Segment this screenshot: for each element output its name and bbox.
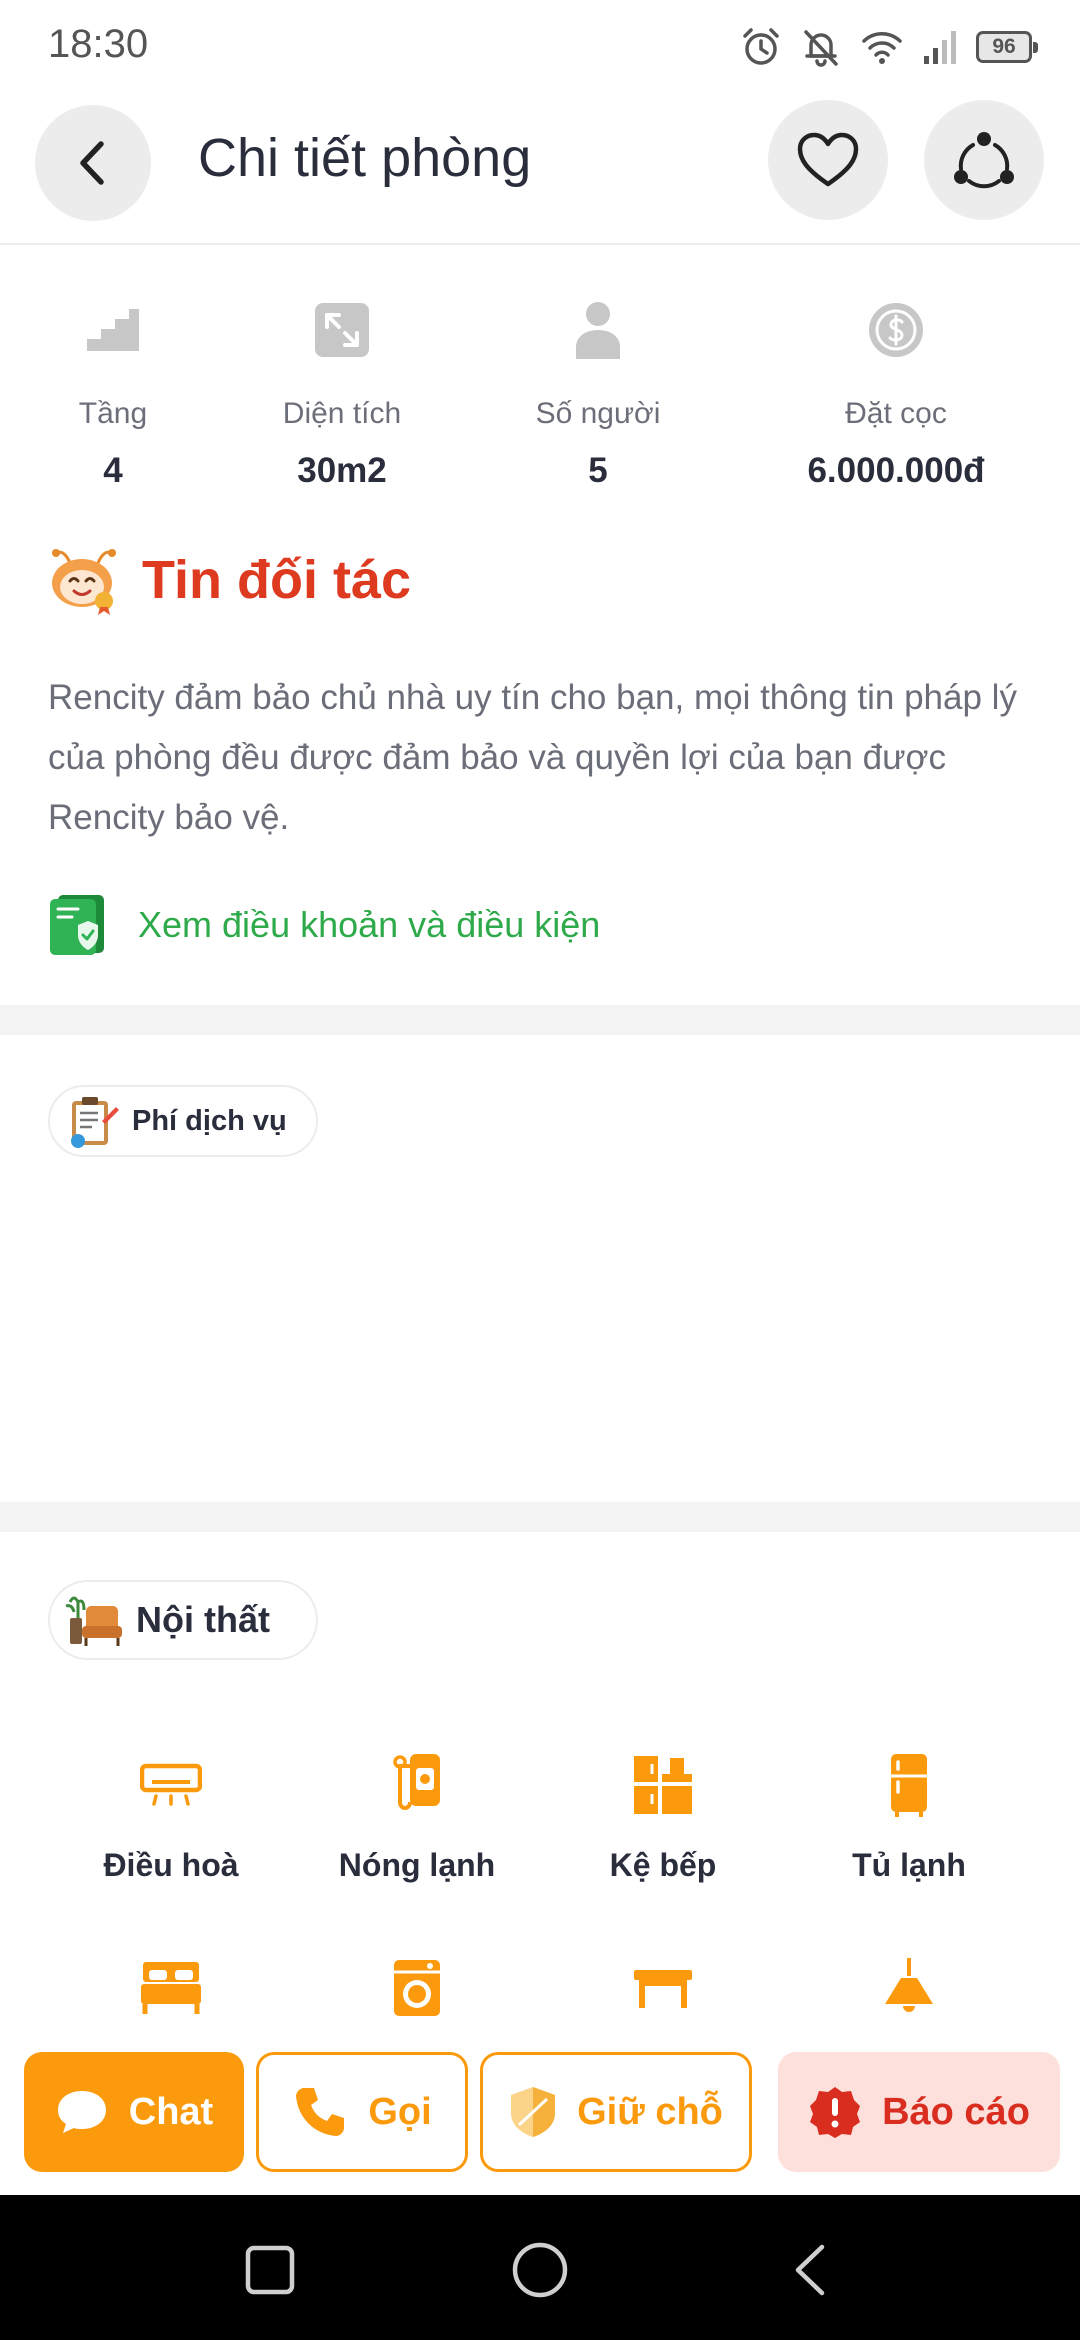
section-divider xyxy=(0,1502,1080,1532)
stat-label: Tầng xyxy=(78,397,148,430)
share-button[interactable] xyxy=(924,100,1044,220)
person-icon xyxy=(576,302,620,359)
furniture-label: Nội thất xyxy=(136,1599,270,1640)
table-icon xyxy=(634,1970,692,2008)
stat-label: Đặt cọc xyxy=(845,397,947,430)
status-bar: 18:30 96 xyxy=(0,0,1080,90)
stat-value: 4 xyxy=(103,451,123,490)
shield-document-icon xyxy=(50,895,104,955)
terms-link-text[interactable]: Xem điều khoản và điều kiện xyxy=(138,904,600,946)
partner-title: Tin đối tác xyxy=(142,550,412,610)
share-icon xyxy=(954,132,1014,189)
expand-icon xyxy=(315,303,369,357)
furniture-item: Tủ lạnh xyxy=(789,1745,1029,1884)
stat-deposit: Đặt cọc 6.000.000đ xyxy=(776,285,1016,491)
page-title: Chi tiết phòng xyxy=(198,128,532,188)
partner-description: Rencity đảm bảo chủ nhà uy tín cho bạn, … xyxy=(48,678,1017,837)
call-button[interactable]: Gọi xyxy=(256,2052,468,2172)
lamp-icon xyxy=(885,1958,933,2012)
air-conditioner-icon xyxy=(140,1763,202,1806)
battery-icon: 96 xyxy=(976,31,1038,63)
washing-machine-icon xyxy=(394,1960,440,2016)
back-nav-button[interactable] xyxy=(775,2235,845,2305)
partner-mascot-icon xyxy=(52,549,116,615)
chat-bubble-icon xyxy=(57,2091,106,2133)
stat-value: 30m2 xyxy=(297,451,387,490)
stairs-icon xyxy=(87,309,139,351)
kitchen-shelf-icon xyxy=(634,1756,692,1814)
signal-icon xyxy=(924,31,956,64)
hold-button-label: Giữ chỗ xyxy=(577,2090,723,2133)
section-divider xyxy=(0,1005,1080,1035)
furniture-item: Nóng lạnh xyxy=(297,1745,537,1884)
chat-button-label: Chat xyxy=(128,2090,214,2133)
action-bar: Chat Gọi Giữ chỗ Báo cáo xyxy=(0,2030,1080,2195)
stat-value: 5 xyxy=(588,451,608,490)
stat-value: 6.000.000đ xyxy=(807,451,985,490)
clipboard-icon xyxy=(71,1097,119,1148)
stat-people: Số người 5 xyxy=(478,285,718,491)
status-time: 18:30 xyxy=(48,22,149,66)
water-heater-icon xyxy=(393,1754,440,1810)
circle-icon xyxy=(512,2242,568,2298)
partner-header: Tin đối tác xyxy=(48,540,411,620)
home-button[interactable] xyxy=(505,2235,575,2305)
back-arrow-icon xyxy=(80,141,104,185)
square-icon xyxy=(245,2245,295,2295)
furniture-chip: Nội thất xyxy=(48,1580,318,1660)
status-icons: 96 xyxy=(740,22,1038,72)
recents-button[interactable] xyxy=(235,2235,305,2305)
service-fee-label: Phí dịch vụ xyxy=(132,1104,287,1137)
furniture-item: Điều hoà xyxy=(51,1745,291,1884)
bed-icon xyxy=(141,1962,201,2014)
phone-icon xyxy=(296,2088,345,2136)
back-button[interactable] xyxy=(35,105,151,221)
ticket-shield-icon xyxy=(511,2087,556,2137)
furniture-item-label: Tủ lạnh xyxy=(852,1847,966,1883)
bell-muted-icon xyxy=(804,30,838,67)
armchair-icon xyxy=(65,1596,122,1646)
chat-button[interactable]: Chat xyxy=(24,2052,244,2172)
system-nav-bar xyxy=(0,2195,1080,2340)
fridge-icon xyxy=(891,1754,927,1817)
stat-area: Diện tích 30m2 xyxy=(222,285,462,491)
wifi-icon xyxy=(862,32,902,64)
warning-badge-icon xyxy=(810,2087,861,2138)
room-stats: Tầng 4 Diện tích 30m2 Số người 5 Đặt cọc… xyxy=(0,285,1080,515)
report-button[interactable]: Báo cáo xyxy=(778,2052,1060,2172)
call-button-label: Gọi xyxy=(368,2090,432,2133)
terms-link[interactable]: Xem điều khoản và điều kiện xyxy=(48,890,600,960)
app-header: Chi tiết phòng xyxy=(0,95,1080,245)
stat-floor: Tầng 4 xyxy=(0,285,233,491)
furniture-item: Kệ bếp xyxy=(543,1745,783,1884)
triangle-back-icon xyxy=(795,2244,825,2296)
report-button-label: Báo cáo xyxy=(882,2090,1030,2133)
dollar-coin-icon xyxy=(869,303,923,357)
service-fee-chip: Phí dịch vụ xyxy=(48,1085,318,1157)
favorite-button[interactable] xyxy=(768,100,888,220)
heart-icon xyxy=(797,132,859,187)
furniture-item-label: Kệ bếp xyxy=(609,1847,717,1883)
alarm-icon xyxy=(743,28,779,65)
furniture-item-label: Điều hoà xyxy=(103,1847,239,1883)
stat-label: Số người xyxy=(535,397,661,430)
hold-button[interactable]: Giữ chỗ xyxy=(480,2052,752,2172)
furniture-item-label: Nóng lạnh xyxy=(338,1847,496,1883)
stat-label: Diện tích xyxy=(282,397,402,430)
